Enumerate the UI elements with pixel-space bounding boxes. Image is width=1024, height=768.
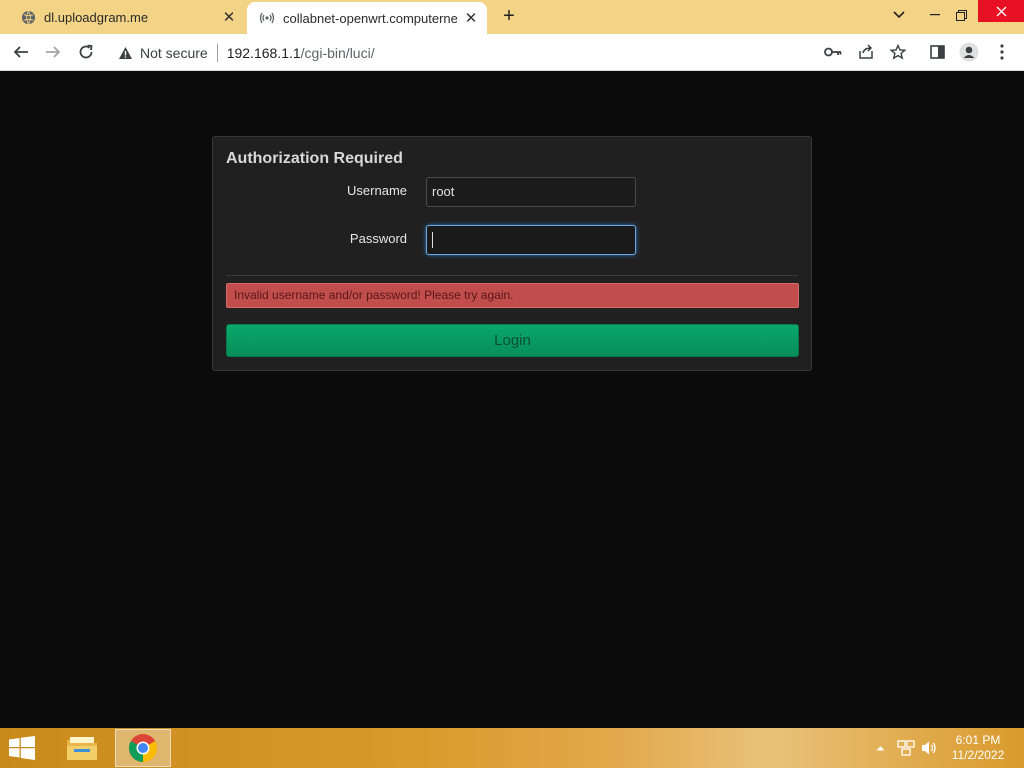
- clock-date: 11/2/2022: [951, 748, 1005, 762]
- back-arrow-icon[interactable]: [10, 41, 32, 63]
- tray-expand-icon[interactable]: [876, 736, 885, 760]
- clock-time: 6:01 PM: [955, 733, 1001, 747]
- tab-close-icon[interactable]: ✕: [463, 10, 479, 27]
- divider: [216, 43, 218, 62]
- security-status[interactable]: Not secure: [140, 45, 208, 61]
- login-panel: Authorization Required Username root Pas…: [212, 136, 812, 371]
- login-heading: Authorization Required: [226, 150, 403, 167]
- text-caret: [432, 231, 433, 248]
- share-icon[interactable]: [856, 42, 876, 62]
- chrome-taskbar-icon[interactable]: [115, 729, 171, 767]
- profile-avatar-icon[interactable]: [959, 42, 979, 62]
- reload-icon[interactable]: [75, 41, 97, 63]
- url-path: /cgi-bin/luci/: [300, 44, 375, 61]
- username-field[interactable]: root: [426, 177, 636, 207]
- tab-title: collabnet-openwrt.computernew: [283, 10, 457, 26]
- username-label: Username: [347, 183, 407, 198]
- side-panel-icon[interactable]: [927, 42, 947, 62]
- error-alert: Invalid username and/or password! Please…: [226, 283, 799, 308]
- divider: [226, 275, 798, 276]
- new-tab-button[interactable]: +: [498, 5, 520, 27]
- page-content: Authorization Required Username root Pas…: [0, 71, 1024, 728]
- url-host: 192.168.1.1: [226, 44, 301, 61]
- taskbar: 6:01 PM 11/2/2022: [0, 728, 1024, 768]
- tab-title: dl.uploadgram.me: [44, 9, 149, 25]
- password-field[interactable]: [426, 225, 636, 255]
- key-icon[interactable]: [823, 42, 843, 62]
- globe-icon: [20, 9, 36, 25]
- menu-kebab-icon[interactable]: [992, 42, 1012, 62]
- restore-icon[interactable]: [944, 0, 978, 30]
- network-icon[interactable]: [897, 736, 915, 760]
- tab-uploadgram[interactable]: dl.uploadgram.me ✕: [0, 0, 245, 34]
- url-text[interactable]: 192.168.1.1/cgi-bin/luci/: [227, 45, 375, 61]
- close-window-icon[interactable]: [978, 0, 1024, 22]
- tab-strip: dl.uploadgram.me ✕ collabnet-openwrt.com…: [0, 0, 1024, 34]
- volume-icon[interactable]: [920, 736, 938, 760]
- system-clock[interactable]: 6:01 PM 11/2/2022: [948, 733, 1008, 763]
- password-label: Password: [349, 231, 407, 246]
- warning-icon[interactable]: [116, 44, 134, 62]
- login-button[interactable]: Login: [226, 324, 799, 357]
- bookmark-star-icon[interactable]: [888, 42, 908, 62]
- tab-search-chevron-icon[interactable]: [882, 0, 916, 30]
- file-explorer-icon[interactable]: [54, 729, 110, 767]
- address-bar[interactable]: Not secure 192.168.1.1/cgi-bin/luci/: [110, 38, 825, 67]
- browser-toolbar: Not secure 192.168.1.1/cgi-bin/luci/: [0, 34, 1024, 71]
- tab-openwrt[interactable]: collabnet-openwrt.computernew ✕: [247, 2, 487, 34]
- tab-close-icon[interactable]: ✕: [221, 9, 237, 26]
- windows-start-icon[interactable]: [8, 736, 38, 760]
- forward-arrow-icon[interactable]: [42, 41, 64, 63]
- broadcast-icon: [259, 10, 275, 26]
